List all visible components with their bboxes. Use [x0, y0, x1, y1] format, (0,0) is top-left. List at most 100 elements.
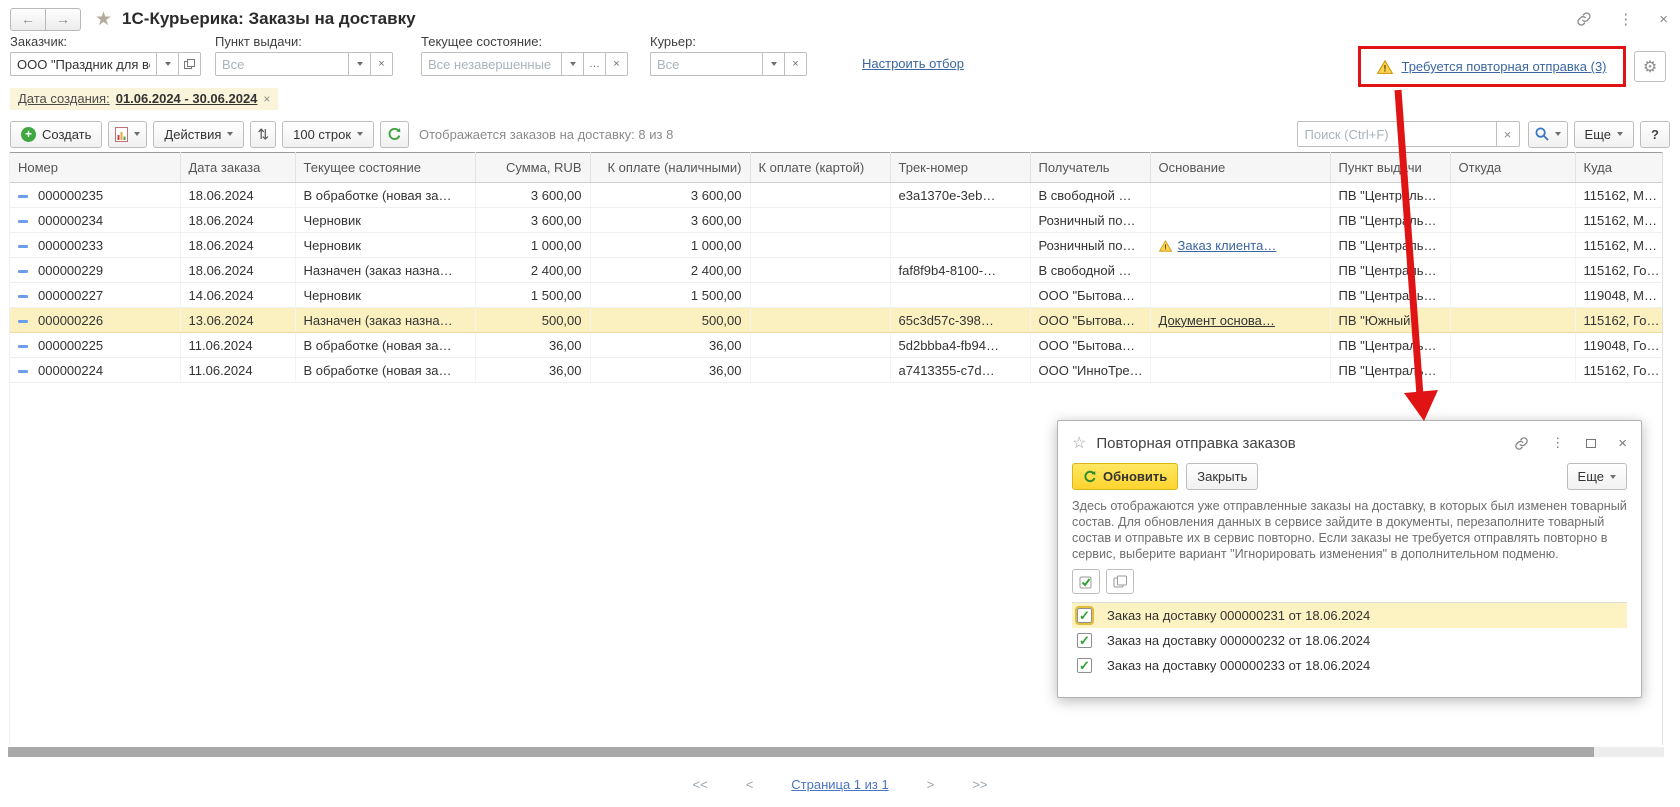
- cell-number: 000000224: [10, 358, 180, 383]
- order-checkbox[interactable]: ✓: [1077, 658, 1092, 673]
- resend-order-row[interactable]: ✓Заказ на доставку 000000231 от 18.06.20…: [1072, 603, 1627, 628]
- horizontal-scrollbar[interactable]: [8, 747, 1664, 757]
- table-row[interactable]: 00000022714.06.2024Черновик1 500,001 500…: [10, 283, 1662, 308]
- first-page-button[interactable]: <<: [693, 777, 708, 792]
- pickup-clear-button[interactable]: ×: [370, 52, 393, 76]
- configure-filter-link[interactable]: Настроить отбор: [862, 56, 964, 71]
- column-header[interactable]: Куда: [1575, 153, 1662, 183]
- column-header[interactable]: К оплате (картой): [750, 153, 890, 183]
- resend-order-row[interactable]: ✓Заказ на доставку 000000232 от 18.06.20…: [1072, 628, 1627, 653]
- cell-from: [1450, 283, 1575, 308]
- cell-date: 13.06.2024: [180, 308, 295, 333]
- table-row[interactable]: 00000023418.06.2024Черновик3 600,003 600…: [10, 208, 1662, 233]
- customer-dropdown-button[interactable]: [156, 52, 179, 76]
- current-state-label: Текущее состояние:: [421, 34, 628, 49]
- more-button[interactable]: Еще: [1574, 121, 1634, 148]
- state-choose-button[interactable]: …: [583, 52, 606, 76]
- popup-more-button[interactable]: Еще: [1567, 463, 1627, 490]
- column-header[interactable]: Номер: [10, 153, 180, 183]
- column-header[interactable]: Сумма, RUB: [475, 153, 590, 183]
- search-input[interactable]: [1297, 121, 1497, 147]
- refresh-orders-button[interactable]: Обновить: [1072, 463, 1178, 490]
- last-page-button[interactable]: >>: [972, 777, 987, 792]
- table-header-row[interactable]: НомерДата заказаТекущее состояниеСумма, …: [10, 153, 1662, 183]
- scrollbar-thumb[interactable]: [8, 747, 1594, 757]
- pickup-dropdown-button[interactable]: [348, 52, 371, 76]
- table-row[interactable]: 00000022918.06.2024Назначен (заказ назна…: [10, 258, 1662, 283]
- search-button[interactable]: [1528, 121, 1568, 148]
- date-filter-value[interactable]: 01.06.2024 - 30.06.2024: [116, 91, 258, 106]
- order-checkbox[interactable]: ✓: [1077, 608, 1092, 623]
- basis-document-link[interactable]: Документ основа…: [1159, 313, 1275, 328]
- order-checkbox[interactable]: ✓: [1077, 633, 1092, 648]
- state-dropdown-button[interactable]: [561, 52, 584, 76]
- state-clear-button[interactable]: ×: [605, 52, 628, 76]
- courier-clear-button[interactable]: ×: [784, 52, 807, 76]
- courier-input[interactable]: [650, 52, 763, 76]
- report-button[interactable]: [108, 121, 147, 148]
- column-header[interactable]: Основание: [1150, 153, 1330, 183]
- column-header[interactable]: Пункт выдачи: [1330, 153, 1450, 183]
- uncheck-all-button[interactable]: [1106, 569, 1134, 594]
- table-row[interactable]: 00000023518.06.2024В обработке (новая за…: [10, 183, 1662, 208]
- table-row[interactable]: 00000023318.06.2024Черновик1 000,001 000…: [10, 233, 1662, 258]
- chevron-down-icon: [134, 132, 140, 136]
- more-vertical-icon[interactable]: ⋮: [1551, 435, 1564, 451]
- favorite-star-outline-icon[interactable]: ☆: [1072, 433, 1086, 453]
- cell-state: Назначен (заказ назна…: [295, 258, 475, 283]
- link-icon[interactable]: [1576, 11, 1592, 27]
- courier-dropdown-button[interactable]: [762, 52, 785, 76]
- document-status-icon: [18, 270, 28, 273]
- more-vertical-icon[interactable]: ⋮: [1618, 12, 1633, 27]
- customer-open-button[interactable]: [178, 52, 201, 76]
- sort-button[interactable]: ⇅: [250, 121, 276, 148]
- cell-date: 18.06.2024: [180, 183, 295, 208]
- svg-text:!: !: [1164, 242, 1167, 251]
- check-all-button[interactable]: [1072, 569, 1100, 594]
- customer-input[interactable]: [10, 52, 157, 76]
- settings-button[interactable]: ⚙: [1634, 51, 1666, 82]
- help-button[interactable]: ?: [1640, 121, 1670, 148]
- next-page-button[interactable]: >: [927, 777, 935, 792]
- forward-button[interactable]: →: [45, 8, 81, 31]
- column-header[interactable]: Трек-номер: [890, 153, 1030, 183]
- maximize-icon[interactable]: [1586, 439, 1596, 448]
- page-indicator-link[interactable]: Страница 1 из 1: [791, 777, 888, 792]
- chevron-down-icon: [357, 132, 363, 136]
- close-popup-icon[interactable]: ×: [1618, 435, 1627, 452]
- link-icon[interactable]: [1514, 436, 1529, 451]
- resend-order-row[interactable]: ✓Заказ на доставку 000000233 от 18.06.20…: [1072, 653, 1627, 678]
- cell-pickup: ПВ "Централь…: [1330, 183, 1450, 208]
- rows-count-button[interactable]: 100 строк: [282, 121, 374, 148]
- resend-required-link[interactable]: Требуется повторная отправка (3): [1401, 59, 1606, 74]
- actions-button[interactable]: Действия: [153, 121, 244, 148]
- refresh-button[interactable]: [380, 121, 409, 148]
- current-state-input[interactable]: [421, 52, 562, 76]
- search-clear-button[interactable]: ×: [1496, 121, 1520, 147]
- cell-card: [750, 358, 890, 383]
- popup-toolbar: Обновить Закрыть Еще: [1072, 463, 1627, 490]
- basis-document-link[interactable]: Заказ клиента…: [1178, 238, 1277, 253]
- column-header[interactable]: Дата заказа: [180, 153, 295, 183]
- date-filter-remove-icon[interactable]: ×: [263, 92, 270, 106]
- cell-sum: 2 400,00: [475, 258, 590, 283]
- close-window-icon[interactable]: ×: [1659, 12, 1668, 27]
- back-button[interactable]: ←: [10, 8, 46, 31]
- column-header[interactable]: Откуда: [1450, 153, 1575, 183]
- chevron-down-icon: [1610, 475, 1616, 479]
- cell-card: [750, 258, 890, 283]
- column-header[interactable]: Получатель: [1030, 153, 1150, 183]
- prev-page-button[interactable]: <: [746, 777, 754, 792]
- date-filter-label[interactable]: Дата создания:: [18, 91, 110, 106]
- cell-cash: 1 500,00: [590, 283, 750, 308]
- table-row[interactable]: 00000022511.06.2024В обработке (новая за…: [10, 333, 1662, 358]
- pickup-point-input[interactable]: [215, 52, 349, 76]
- close-popup-button[interactable]: Закрыть: [1186, 463, 1258, 490]
- table-row[interactable]: 00000022411.06.2024В обработке (новая за…: [10, 358, 1662, 383]
- column-header[interactable]: К оплате (наличными): [590, 153, 750, 183]
- column-header[interactable]: Текущее состояние: [295, 153, 475, 183]
- cell-track: [890, 208, 1030, 233]
- create-button[interactable]: + Создать: [10, 121, 102, 148]
- table-row[interactable]: 00000022613.06.2024Назначен (заказ назна…: [10, 308, 1662, 333]
- favorite-star-icon[interactable]: ★: [95, 8, 112, 31]
